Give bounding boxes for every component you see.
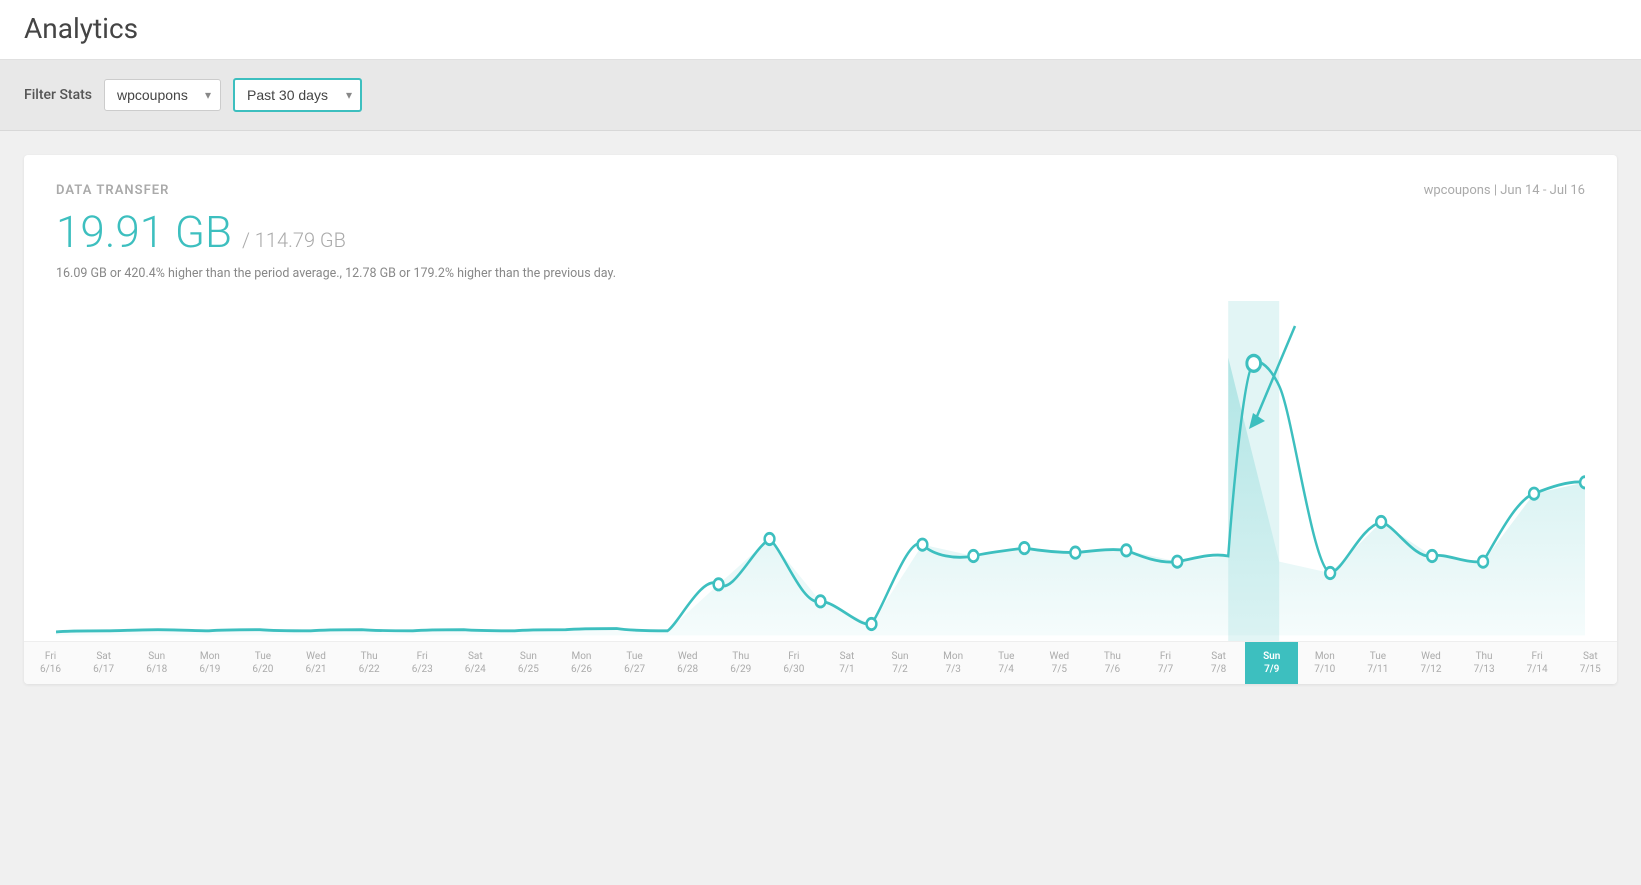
site-select-wrapper[interactable]: wpcoupons bbox=[104, 79, 221, 111]
page-title: Analytics bbox=[24, 12, 1617, 45]
x-label-6-23: Fri6/23 bbox=[396, 642, 449, 684]
x-label-7-4: Tue7/4 bbox=[980, 642, 1033, 684]
chart-area bbox=[56, 301, 1585, 641]
x-label-7-2: Sun7/2 bbox=[874, 642, 927, 684]
section-label: DATA TRANSFER bbox=[56, 183, 169, 198]
x-label-7-10: Mon7/10 bbox=[1298, 642, 1351, 684]
card-top-row: DATA TRANSFER wpcoupons | Jun 14 - Jul 1… bbox=[56, 183, 1585, 198]
x-label-7-14: Fri7/14 bbox=[1511, 642, 1564, 684]
x-label-7-11: Tue7/11 bbox=[1351, 642, 1404, 684]
total-value: / 114.79 GB bbox=[242, 228, 346, 252]
x-axis-labels: Fri6/16Sat6/17Sun6/18Mon6/19Tue6/20Wed6/… bbox=[24, 641, 1617, 684]
x-label-7-6: Thu7/6 bbox=[1086, 642, 1139, 684]
chart-svg bbox=[56, 301, 1585, 641]
page-header: Analytics bbox=[0, 0, 1641, 60]
chart-card: DATA TRANSFER wpcoupons | Jun 14 - Jul 1… bbox=[24, 155, 1617, 684]
x-label-7-13: Thu7/13 bbox=[1458, 642, 1511, 684]
filter-label: Filter Stats bbox=[24, 87, 92, 103]
x-label-6-22: Thu6/22 bbox=[343, 642, 396, 684]
x-label-6-21: Wed6/21 bbox=[289, 642, 342, 684]
x-label-7-7: Fri7/7 bbox=[1139, 642, 1192, 684]
x-label-6-19: Mon6/19 bbox=[183, 642, 236, 684]
x-label-6-27: Tue6/27 bbox=[608, 642, 661, 684]
x-label-7-8: Sat7/8 bbox=[1192, 642, 1245, 684]
x-label-6-20: Tue6/20 bbox=[236, 642, 289, 684]
x-label-6-26: Mon6/26 bbox=[555, 642, 608, 684]
period-select-wrapper[interactable]: Past 30 days Past 7 days Past 90 days bbox=[233, 78, 362, 112]
date-range-label: wpcoupons | Jun 14 - Jul 16 bbox=[1424, 183, 1585, 198]
x-label-6-30: Fri6/30 bbox=[767, 642, 820, 684]
x-label-6-25: Sun6/25 bbox=[502, 642, 555, 684]
x-label-7-9: Sun7/9 bbox=[1245, 642, 1298, 684]
x-label-6-24: Sat6/24 bbox=[449, 642, 502, 684]
site-select[interactable]: wpcoupons bbox=[104, 79, 221, 111]
x-label-6-29: Thu6/29 bbox=[714, 642, 767, 684]
x-label-6-18: Sun6/18 bbox=[130, 642, 183, 684]
filter-bar: Filter Stats wpcoupons Past 30 days Past… bbox=[0, 60, 1641, 131]
x-label-7-5: Wed7/5 bbox=[1033, 642, 1086, 684]
current-value: 19.91 GB bbox=[56, 206, 232, 258]
x-label-6-16: Fri6/16 bbox=[24, 642, 77, 684]
main-content: DATA TRANSFER wpcoupons | Jun 14 - Jul 1… bbox=[0, 131, 1641, 708]
x-label-7-1: Sat7/1 bbox=[820, 642, 873, 684]
x-label-6-28: Wed6/28 bbox=[661, 642, 714, 684]
sub-text: 16.09 GB or 420.4% higher than the perio… bbox=[56, 266, 1585, 281]
x-label-7-3: Mon7/3 bbox=[927, 642, 980, 684]
x-label-7-12: Wed7/12 bbox=[1404, 642, 1457, 684]
x-label-7-15: Sat7/15 bbox=[1564, 642, 1617, 684]
period-select[interactable]: Past 30 days Past 7 days Past 90 days bbox=[233, 78, 362, 112]
main-value-row: 19.91 GB / 114.79 GB bbox=[56, 206, 1585, 258]
x-label-6-17: Sat6/17 bbox=[77, 642, 130, 684]
